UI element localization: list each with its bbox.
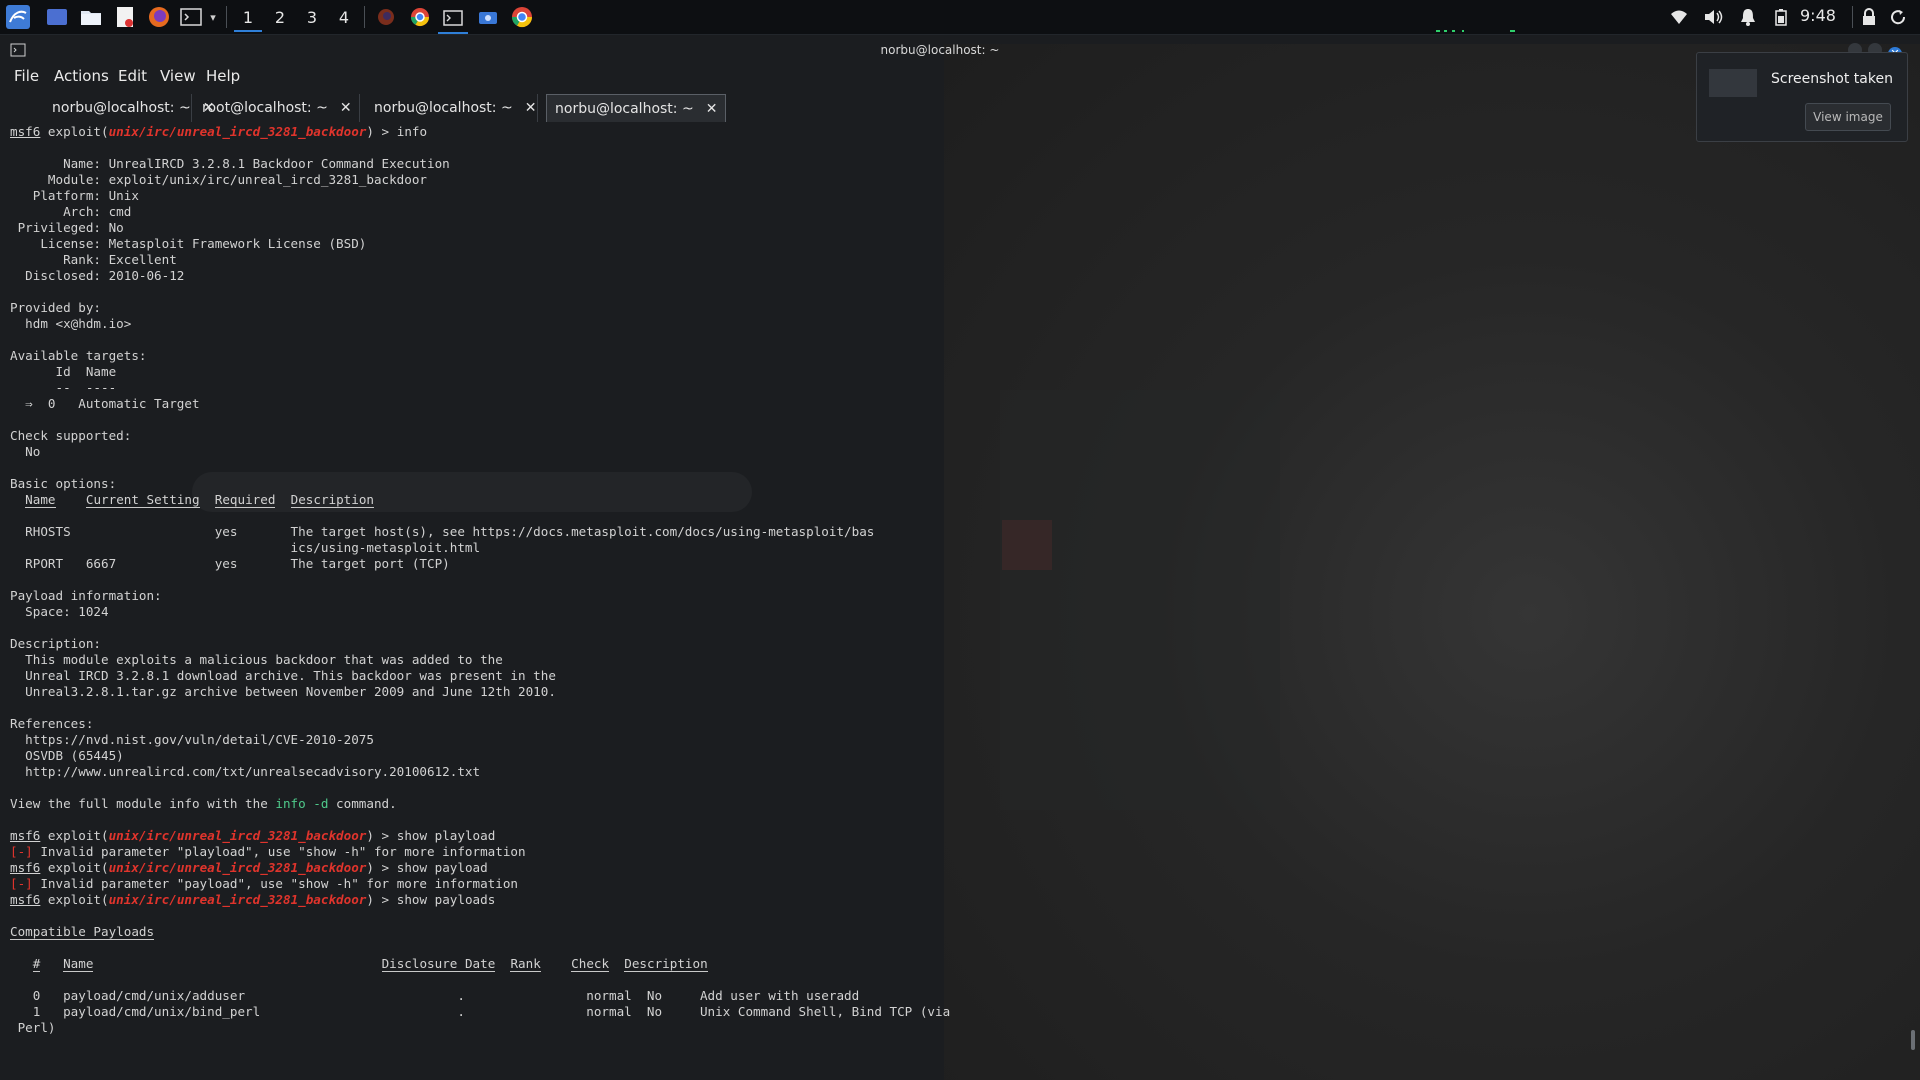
- terminal-scrollbar[interactable]: [1911, 1030, 1915, 1050]
- workspace-3[interactable]: 3: [298, 4, 326, 30]
- wifi-icon[interactable]: [1666, 4, 1692, 30]
- cpu-graph: [1462, 30, 1464, 32]
- opt-header-setting: Current Setting: [85, 492, 200, 508]
- desktop-wallpaper: [944, 44, 1920, 1080]
- payload-header-check: Check: [571, 956, 610, 972]
- divider: [364, 6, 365, 28]
- file-manager-icon[interactable]: [78, 4, 104, 30]
- payload-header-num: #: [32, 956, 41, 972]
- firefox-icon[interactable]: [146, 4, 172, 30]
- power-refresh-icon[interactable]: [1886, 4, 1910, 30]
- close-tab-icon[interactable]: ✕: [706, 101, 718, 117]
- tab-label: norbu@localhost: ~: [374, 100, 513, 116]
- prompt-module: unix/irc/unreal_ircd_3281_backdoor: [108, 828, 367, 843]
- terminal-output[interactable]: msf6 exploit(unix/irc/unreal_ircd_3281_b…: [10, 124, 950, 1036]
- opt-header-required: Required: [214, 492, 276, 508]
- close-tab-icon[interactable]: ✕: [525, 100, 537, 116]
- prompt-module: unix/irc/unreal_ircd_3281_backdoor: [108, 892, 367, 907]
- opt-header-name: Name: [25, 492, 56, 508]
- cpu-graph: [1436, 30, 1440, 32]
- payload-header-description: Description: [624, 956, 708, 972]
- divider: [226, 6, 227, 28]
- payload-rows: 0 payload/cmd/unix/adduser . normal No A…: [17, 988, 951, 1035]
- terminal-launcher-icon[interactable]: [178, 4, 204, 30]
- tab-1[interactable]: norbu@localhost: ~ ✕: [44, 94, 214, 122]
- compatible-payloads-title: Compatible Payloads: [10, 924, 155, 940]
- prompt-end: ) >: [366, 828, 397, 843]
- menu-actions[interactable]: Actions: [54, 67, 109, 85]
- command: show payloads: [396, 892, 496, 907]
- show-desktop-icon[interactable]: [44, 4, 70, 30]
- info-d-command: info -d: [275, 796, 329, 811]
- payload-header-name: Name: [63, 956, 94, 972]
- workspace-1[interactable]: 1: [234, 4, 262, 32]
- close-tab-icon[interactable]: ✕: [340, 100, 352, 116]
- tab-label: norbu@localhost: ~: [555, 100, 694, 117]
- prompt-end: ) >: [366, 124, 397, 139]
- text-editor-icon[interactable]: [112, 4, 138, 30]
- task-chrome-icon[interactable]: [406, 4, 434, 30]
- notifications-bell-icon[interactable]: [1736, 4, 1760, 30]
- prompt-user: msf6: [10, 828, 41, 843]
- prompt-module: unix/irc/unreal_ircd_3281_backdoor: [108, 860, 367, 875]
- error-message: Invalid parameter "payload", use "show -…: [32, 876, 519, 891]
- prompt-user: msf6: [10, 124, 41, 139]
- task-screenshot-icon[interactable]: [474, 4, 502, 30]
- cpu-graph: [1444, 30, 1447, 32]
- menu-edit[interactable]: Edit: [118, 67, 147, 85]
- opt-header-description: Description: [290, 492, 375, 508]
- options-and-description: RHOSTS yes The target host(s), see https…: [10, 524, 875, 779]
- screenshot-thumbnail[interactable]: [1709, 69, 1757, 97]
- notification-title: Screenshot taken: [1771, 71, 1893, 87]
- task-chrome-icon-2[interactable]: [508, 4, 536, 30]
- prompt-mid: exploit(: [40, 828, 109, 843]
- taskbar: ▾ 1 2 3 4 9:48: [0, 0, 1920, 35]
- kali-menu-icon[interactable]: [4, 4, 32, 30]
- command: info: [396, 124, 428, 139]
- workspace-2[interactable]: 2: [266, 4, 294, 30]
- tab-2[interactable]: root@localhost: ~ ✕: [194, 94, 360, 122]
- cpu-graph: [1510, 30, 1515, 32]
- chevron-down-icon[interactable]: ▾: [206, 4, 220, 30]
- prompt-mid: exploit(: [40, 124, 109, 139]
- error-tag: [-]: [10, 844, 33, 859]
- error-tag: [-]: [10, 876, 33, 891]
- prompt-user: msf6: [10, 892, 41, 907]
- view-full-text: View the full module info with the: [10, 796, 276, 811]
- prompt-module: unix/irc/unreal_ircd_3281_backdoor: [108, 124, 367, 139]
- info-block: Name: UnrealIRCD 3.2.8.1 Backdoor Comman…: [10, 156, 450, 491]
- task-terminal-icon[interactable]: [438, 4, 468, 34]
- tab-label: root@localhost: ~: [202, 100, 328, 116]
- divider: [1852, 6, 1853, 28]
- tab-3[interactable]: norbu@localhost: ~ ✕: [366, 94, 538, 122]
- window-title: norbu@localhost: ~: [880, 43, 1000, 57]
- view-full-text-end: command.: [328, 796, 397, 811]
- tab-label: norbu@localhost: ~: [52, 100, 191, 116]
- window-titlebar[interactable]: norbu@localhost: ~: [0, 40, 1920, 62]
- view-image-button[interactable]: View image: [1805, 103, 1891, 131]
- clock[interactable]: 9:48: [1800, 6, 1836, 25]
- workspace-4[interactable]: 4: [330, 4, 358, 30]
- menu-help[interactable]: Help: [206, 67, 240, 85]
- prompt-end: ) >: [366, 860, 397, 875]
- prompt-mid: exploit(: [40, 860, 109, 875]
- menu-file[interactable]: File: [14, 67, 39, 85]
- payload-header-rank: Rank: [510, 956, 541, 972]
- screenshot-notification: Screenshot taken View image: [1696, 52, 1908, 142]
- task-firefox-icon[interactable]: [372, 4, 400, 30]
- prompt-mid: exploit(: [40, 892, 109, 907]
- battery-icon[interactable]: [1770, 4, 1792, 30]
- command: show playload: [396, 828, 496, 843]
- prompt-end: ) >: [366, 892, 397, 907]
- cpu-graph: [1452, 30, 1455, 32]
- error-message: Invalid parameter "playload", use "show …: [32, 844, 526, 859]
- payload-header-date: Disclosure Date: [381, 956, 496, 972]
- tab-4-active[interactable]: norbu@localhost: ~ ✕: [546, 94, 726, 122]
- prompt-user: msf6: [10, 860, 41, 875]
- menu-view[interactable]: View: [160, 67, 196, 85]
- volume-icon[interactable]: [1700, 4, 1726, 30]
- lock-icon[interactable]: [1858, 4, 1880, 30]
- command: show payload: [396, 860, 488, 875]
